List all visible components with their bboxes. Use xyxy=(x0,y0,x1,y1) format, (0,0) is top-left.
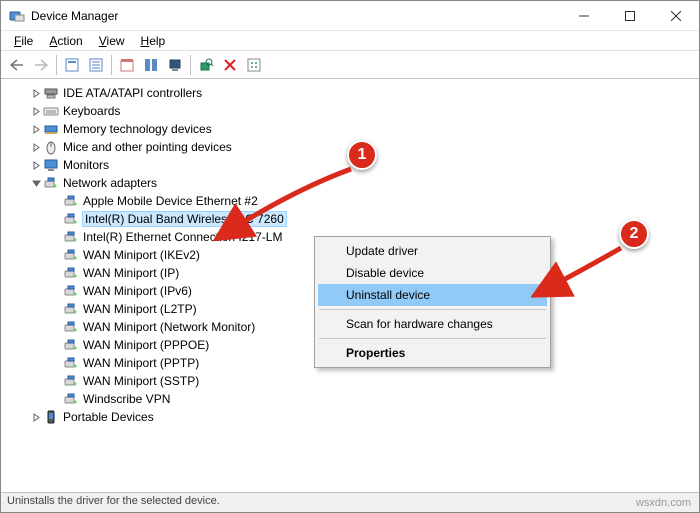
ctx-separator xyxy=(319,338,546,339)
tree-row[interactable]: Windscribe VPN xyxy=(3,390,697,408)
tree-row[interactable]: Intel(R) Dual Band Wireless-AC 7260 xyxy=(3,210,697,228)
tree-item-label[interactable]: Memory technology devices xyxy=(63,122,212,136)
tree-item-label[interactable]: WAN Miniport (IKEv2) xyxy=(83,248,200,262)
expand-icon[interactable] xyxy=(29,89,43,98)
expand-icon[interactable] xyxy=(29,161,43,170)
keyboard-icon xyxy=(43,103,59,119)
network-icon xyxy=(63,373,79,389)
tree-row[interactable]: Memory technology devices xyxy=(3,120,697,138)
expand-icon[interactable] xyxy=(29,413,43,422)
tree-item-label[interactable]: WAN Miniport (IPv6) xyxy=(83,284,192,298)
tree-row[interactable]: Network adapters xyxy=(3,174,697,192)
annotation-callout-2: 2 xyxy=(619,219,649,249)
ctx-separator xyxy=(319,309,546,310)
menubar: File Action View Help xyxy=(1,31,699,51)
tree-item-label[interactable]: WAN Miniport (PPPOE) xyxy=(83,338,209,352)
toolbar-separator xyxy=(190,55,191,75)
annotation-callout-1: 1 xyxy=(347,140,377,170)
controller-icon xyxy=(43,85,59,101)
tb-uninstall-icon[interactable] xyxy=(219,54,241,76)
tree-item-label[interactable]: IDE ATA/ATAPI controllers xyxy=(63,86,202,100)
network-icon xyxy=(63,283,79,299)
tree-item-label[interactable]: WAN Miniport (Network Monitor) xyxy=(83,320,255,334)
back-button[interactable] xyxy=(6,54,28,76)
expand-icon[interactable] xyxy=(29,143,43,152)
titlebar: Device Manager xyxy=(1,1,699,31)
toolbar-separator xyxy=(56,55,57,75)
network-icon xyxy=(63,193,79,209)
network-icon xyxy=(63,265,79,281)
maximize-button[interactable] xyxy=(607,1,653,31)
tree-row[interactable]: WAN Miniport (SSTP) xyxy=(3,372,697,390)
tree-item-label[interactable]: WAN Miniport (PPTP) xyxy=(83,356,199,370)
ctx-update-driver[interactable]: Update driver xyxy=(318,240,547,262)
ctx-disable-device[interactable]: Disable device xyxy=(318,262,547,284)
memory-icon xyxy=(43,121,59,137)
ctx-properties[interactable]: Properties xyxy=(318,342,547,364)
watermark: wsxdn.com xyxy=(636,497,691,509)
expand-icon[interactable] xyxy=(29,125,43,134)
tb-icon-3[interactable] xyxy=(116,54,138,76)
tree-item-label[interactable]: Monitors xyxy=(63,158,109,172)
network-icon xyxy=(63,229,79,245)
network-icon xyxy=(63,211,79,227)
status-bar: Uninstalls the driver for the selected d… xyxy=(1,492,699,512)
network-icon xyxy=(63,337,79,353)
tree-item-label[interactable]: Windscribe VPN xyxy=(83,392,170,406)
network-icon xyxy=(63,247,79,263)
collapse-icon[interactable] xyxy=(29,179,43,188)
network-icon xyxy=(43,175,59,191)
menu-view[interactable]: View xyxy=(91,32,133,50)
tb-icon-1[interactable] xyxy=(61,54,83,76)
close-button[interactable] xyxy=(653,1,699,31)
tree-item-label[interactable]: Keyboards xyxy=(63,104,120,118)
tree-item-label[interactable]: WAN Miniport (SSTP) xyxy=(83,374,199,388)
tree-item-label[interactable]: Mice and other pointing devices xyxy=(63,140,232,154)
tree-item-label[interactable]: Network adapters xyxy=(63,176,157,190)
ctx-scan-hardware[interactable]: Scan for hardware changes xyxy=(318,313,547,335)
toolbar xyxy=(1,51,699,79)
window-title: Device Manager xyxy=(31,9,561,23)
app-icon xyxy=(9,8,25,24)
tree-item-label[interactable]: WAN Miniport (IP) xyxy=(83,266,179,280)
menu-help[interactable]: Help xyxy=(133,32,174,50)
tb-icon-5[interactable] xyxy=(164,54,186,76)
expand-icon[interactable] xyxy=(29,107,43,116)
mouse-icon xyxy=(43,139,59,155)
network-icon xyxy=(63,319,79,335)
tb-icon-4[interactable] xyxy=(140,54,162,76)
forward-button[interactable] xyxy=(30,54,52,76)
portable-icon xyxy=(43,409,59,425)
tree-item-label[interactable]: Portable Devices xyxy=(63,410,154,424)
tree-item-label[interactable]: Apple Mobile Device Ethernet #2 xyxy=(83,194,258,208)
tree-item-label[interactable]: WAN Miniport (L2TP) xyxy=(83,302,197,316)
menu-action[interactable]: Action xyxy=(41,32,90,50)
minimize-button[interactable] xyxy=(561,1,607,31)
tree-item-label[interactable]: Intel(R) Ethernet Connection I217-LM xyxy=(83,230,282,244)
network-icon xyxy=(63,355,79,371)
ctx-uninstall-device[interactable]: Uninstall device xyxy=(318,284,547,306)
tb-scan-icon[interactable] xyxy=(195,54,217,76)
tree-row[interactable]: Keyboards xyxy=(3,102,697,120)
tb-icon-2[interactable] xyxy=(85,54,107,76)
tree-row[interactable]: Portable Devices xyxy=(3,408,697,426)
menu-file[interactable]: File xyxy=(6,32,41,50)
network-icon xyxy=(63,391,79,407)
network-icon xyxy=(63,301,79,317)
tb-views-icon[interactable] xyxy=(243,54,265,76)
status-text: Uninstalls the driver for the selected d… xyxy=(7,495,220,510)
tree-row[interactable]: Apple Mobile Device Ethernet #2 xyxy=(3,192,697,210)
monitor-icon xyxy=(43,157,59,173)
toolbar-separator xyxy=(111,55,112,75)
tree-item-label[interactable]: Intel(R) Dual Band Wireless-AC 7260 xyxy=(83,212,286,226)
tree-row[interactable]: IDE ATA/ATAPI controllers xyxy=(3,84,697,102)
context-menu: Update driver Disable device Uninstall d… xyxy=(314,236,551,368)
